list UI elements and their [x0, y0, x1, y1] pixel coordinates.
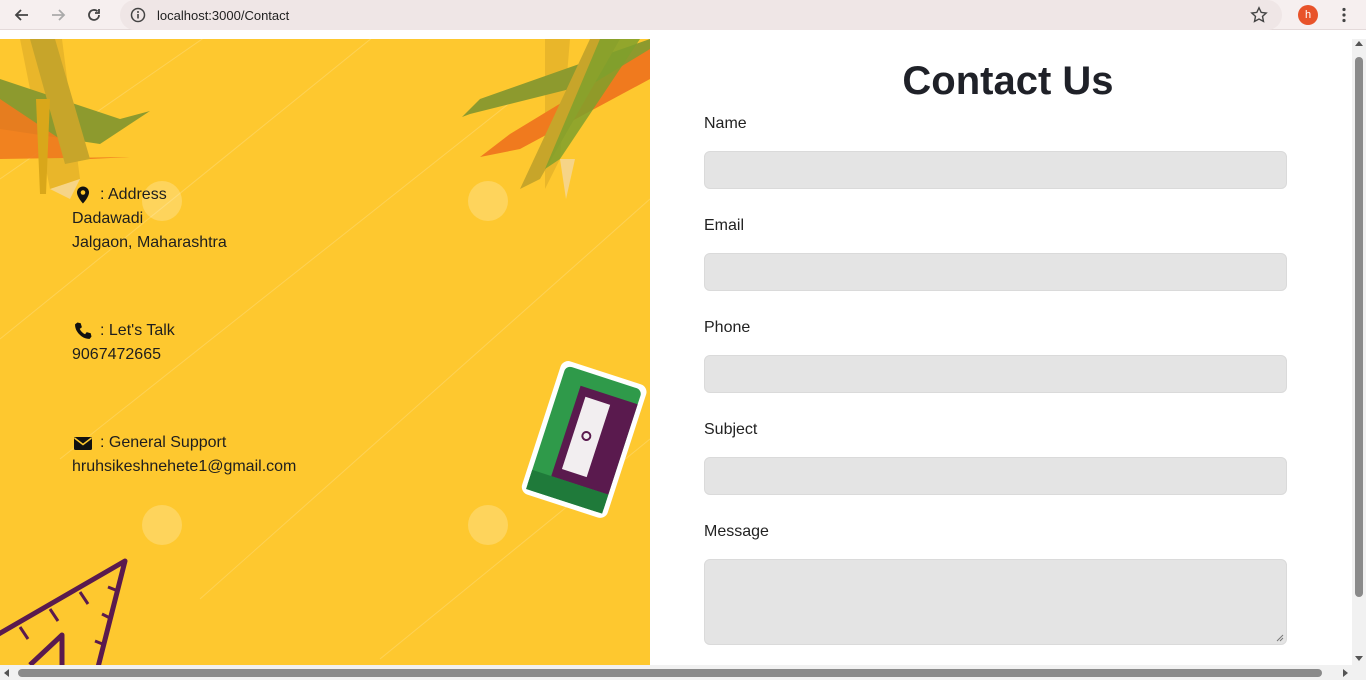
browser-toolbar: localhost:3000/Contact h	[0, 0, 1366, 30]
address-bar[interactable]: localhost:3000/Contact	[120, 0, 1282, 30]
back-button[interactable]	[8, 1, 36, 29]
page-title: Contact Us	[902, 59, 1114, 103]
scroll-right-arrow-icon[interactable]	[1343, 669, 1348, 677]
phone-heading: : Let's Talk	[100, 322, 175, 339]
scroll-left-arrow-icon[interactable]	[4, 669, 9, 677]
message-label: Message	[704, 523, 769, 540]
map-pin-icon	[72, 184, 94, 206]
resize-grip-icon[interactable]	[1276, 634, 1284, 642]
subject-field[interactable]	[704, 457, 1287, 495]
profile-avatar[interactable]: h	[1298, 5, 1318, 25]
forward-button[interactable]	[44, 1, 72, 29]
subject-label: Subject	[704, 421, 758, 438]
scroll-up-arrow-icon[interactable]	[1355, 41, 1363, 46]
kebab-menu-icon[interactable]	[1336, 5, 1352, 25]
phone-icon	[72, 320, 94, 342]
reload-icon	[88, 8, 100, 21]
message-field[interactable]	[704, 559, 1287, 645]
horizontal-scrollbar[interactable]	[0, 665, 1366, 680]
contact-form: Contact Us Name Email Phone Subject Mess…	[650, 39, 1352, 665]
email-heading: : General Support	[100, 434, 227, 451]
phone-block: : Let's Talk 9067472665	[72, 319, 175, 367]
email-block: : General Support hruhsikeshnehete1@gmai…	[72, 431, 296, 479]
phone-number: 9067472665	[72, 346, 161, 363]
arrow-left-icon	[14, 8, 28, 21]
info-icon[interactable]	[128, 5, 148, 25]
email-field[interactable]	[704, 253, 1287, 291]
contact-info-panel: : Address Dadawadi Jalgaon, Maharashtra …	[0, 39, 650, 665]
star-icon[interactable]	[1250, 6, 1268, 24]
name-label: Name	[704, 115, 747, 132]
email-address: hruhsikeshnehete1@gmail.com	[72, 458, 297, 475]
envelope-icon	[72, 432, 94, 454]
vertical-scrollbar[interactable]	[1352, 39, 1366, 665]
address-block: : Address Dadawadi Jalgaon, Maharashtra	[72, 183, 227, 255]
name-field[interactable]	[704, 151, 1287, 189]
phone-label: Phone	[704, 319, 751, 336]
url-text[interactable]: localhost:3000/Contact	[157, 8, 289, 23]
address-line-1: Dadawadi	[72, 210, 144, 227]
scroll-down-arrow-icon[interactable]	[1355, 656, 1363, 661]
reload-button[interactable]	[80, 1, 108, 29]
vertical-scroll-thumb[interactable]	[1355, 57, 1363, 597]
address-heading: : Address	[100, 186, 167, 203]
horizontal-scroll-thumb[interactable]	[18, 669, 1322, 677]
phone-field[interactable]	[704, 355, 1287, 393]
email-label: Email	[704, 217, 745, 234]
address-line-2: Jalgaon, Maharashtra	[72, 234, 227, 251]
arrow-right-icon	[52, 8, 66, 21]
